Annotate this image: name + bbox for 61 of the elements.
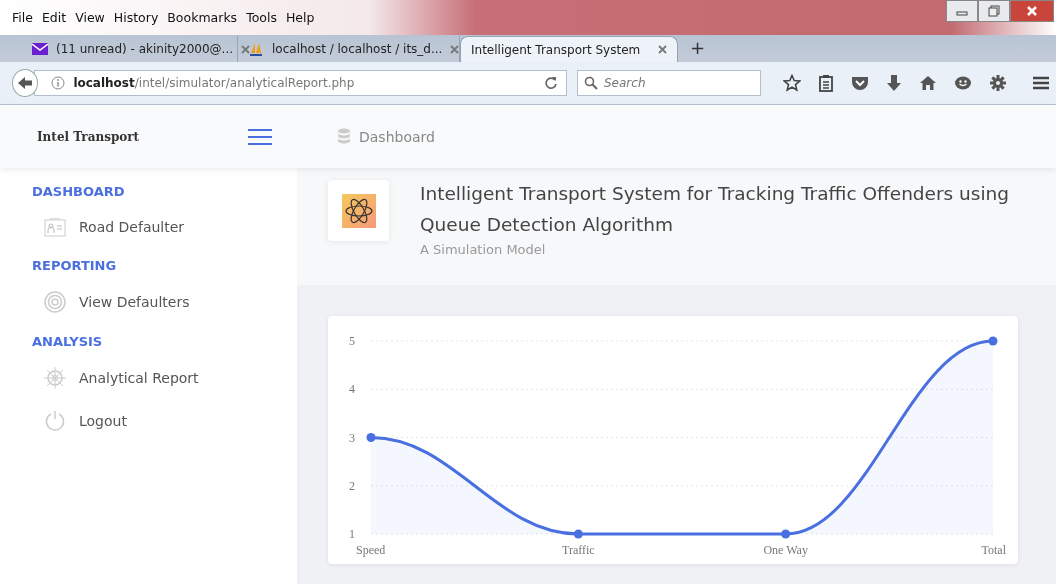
- brand-name: Intel Transport: [37, 129, 140, 144]
- reload-icon[interactable]: [544, 76, 558, 90]
- y-tick-label: 5: [349, 334, 355, 348]
- close-tab-icon[interactable]: [450, 44, 460, 54]
- target-icon: [44, 291, 66, 313]
- y-tick-label: 4: [349, 382, 355, 397]
- minimize-icon[interactable]: [946, 0, 978, 22]
- menu-item[interactable]: Help: [285, 10, 315, 25]
- menu-item[interactable]: File: [12, 10, 33, 25]
- close-tab-icon[interactable]: [658, 45, 667, 54]
- browser-tab[interactable]: Intelligent Transport System: [460, 36, 678, 62]
- smiley-icon[interactable]: [954, 75, 972, 91]
- menu-icon[interactable]: [247, 127, 273, 146]
- sidebar-item[interactable]: View Defaulters: [32, 291, 297, 313]
- clipboard-icon[interactable]: [818, 74, 834, 92]
- y-tick-label: 1: [349, 527, 355, 541]
- search-field[interactable]: Search: [577, 70, 761, 96]
- data-point: [366, 433, 376, 442]
- menu-item[interactable]: Tools: [246, 10, 277, 25]
- y-tick-label: 3: [349, 430, 355, 445]
- home-icon[interactable]: [919, 75, 937, 91]
- new-tab-button[interactable]: +: [678, 38, 718, 62]
- close-tab-icon[interactable]: [241, 44, 250, 54]
- sidebar-item[interactable]: Logout: [32, 410, 297, 432]
- pocket-icon[interactable]: [851, 75, 869, 91]
- close-icon[interactable]: [1010, 0, 1054, 22]
- back-button[interactable]: [12, 69, 39, 97]
- sail-icon: [248, 41, 264, 57]
- ship-wheel-icon: [44, 367, 66, 389]
- restore-icon[interactable]: [978, 0, 1010, 22]
- data-point: [573, 529, 583, 539]
- back-arrow-icon: [17, 76, 34, 90]
- page-subtitle: A Simulation Model: [420, 242, 547, 257]
- menu-icon[interactable]: [1032, 75, 1050, 91]
- menu-item[interactable]: View: [75, 10, 105, 25]
- sidebar-item[interactable]: Road Defaulter: [32, 217, 297, 237]
- data-point: [781, 529, 791, 539]
- database-icon: [337, 128, 351, 145]
- section-heading: ANALYSIS: [32, 334, 104, 349]
- data-point: [988, 336, 998, 346]
- download-icon[interactable]: [886, 74, 902, 92]
- x-category-label: Total: [981, 543, 1006, 557]
- envelope-icon: [32, 43, 48, 55]
- power-icon: [44, 410, 66, 432]
- section-heading: DASHBOARD: [32, 184, 126, 199]
- page-title: Intelligent Transport System for Tracking Traffic Offenders using Queue Detection Algorithm: [420, 182, 1011, 237]
- x-category-label: Traffic: [562, 543, 595, 557]
- y-tick-label: 2: [349, 478, 355, 493]
- menu-item[interactable]: History: [113, 10, 159, 25]
- x-category-label: Speed: [356, 543, 386, 557]
- star-icon[interactable]: [783, 74, 801, 92]
- sidebar-item[interactable]: Analytical Report: [32, 367, 297, 389]
- x-category-label: One Way: [763, 543, 808, 557]
- menu-item[interactable]: Bookmarks: [167, 10, 238, 25]
- section-heading: REPORTING: [32, 258, 118, 273]
- address-bar[interactable]: localhost/intel/simulator/analyticalReport.php: [34, 70, 567, 96]
- atom-icon: [341, 193, 376, 228]
- gear-icon[interactable]: [989, 74, 1007, 92]
- menu-item[interactable]: Edit: [41, 10, 67, 25]
- id-card-icon: [44, 217, 66, 237]
- info-icon: [51, 76, 66, 90]
